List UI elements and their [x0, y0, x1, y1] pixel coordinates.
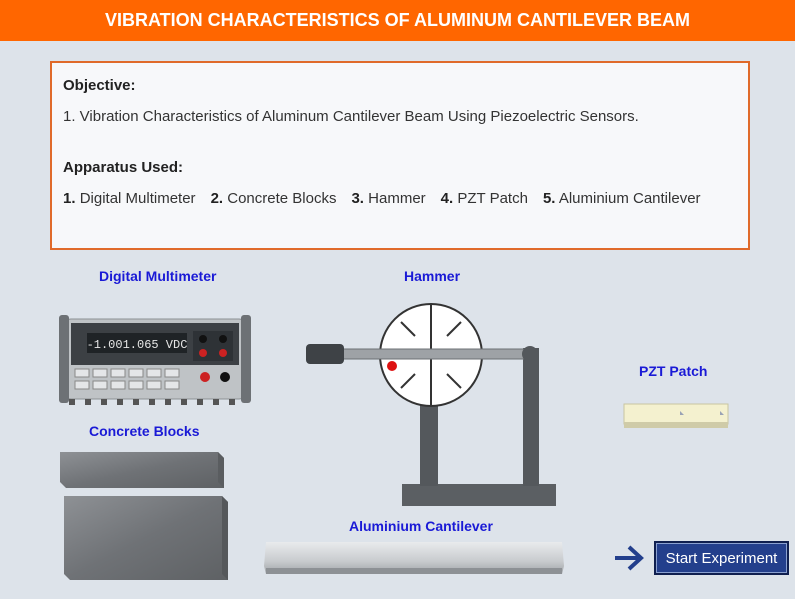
pzt-label: PZT Patch	[639, 363, 708, 379]
concrete-label: Concrete Blocks	[89, 423, 200, 439]
pzt-patch-image[interactable]	[622, 402, 732, 430]
apparatus-item: 4. PZT Patch	[440, 190, 528, 207]
objective-text: 1. Vibration Characteristics of Aluminum…	[63, 108, 639, 125]
page-title: VIBRATION CHARACTERISTICS OF ALUMINUM CA…	[0, 0, 795, 41]
start-experiment-button[interactable]: Start Experiment	[654, 541, 789, 575]
aluminium-cantilever-image[interactable]	[262, 538, 568, 580]
objective-panel: Objective: 1. Vibration Characteristics …	[50, 61, 750, 250]
apparatus-item: 3. Hammer	[351, 190, 426, 207]
multimeter-image[interactable]: -1.001.065 VDC	[55, 315, 255, 407]
apparatus-item: 5. Aluminium Cantilever	[542, 190, 701, 207]
apparatus-heading: Apparatus Used:	[63, 159, 184, 176]
apparatus-item: 2. Concrete Blocks	[210, 190, 337, 207]
apparatus-list: 1. Digital Multimeter 2. Concrete Blocks…	[63, 190, 701, 207]
multimeter-label: Digital Multimeter	[99, 268, 217, 284]
cantilever-label: Aluminium Cantilever	[349, 518, 493, 534]
multimeter-display: -1.001.065 VDC	[87, 338, 188, 352]
objective-heading: Objective:	[63, 77, 136, 94]
arrow-right-icon	[615, 545, 644, 571]
concrete-blocks-image[interactable]	[58, 450, 230, 582]
hammer-label: Hammer	[404, 268, 461, 284]
hammer-apparatus-image[interactable]	[298, 300, 560, 508]
apparatus-item: 1. Digital Multimeter	[63, 190, 196, 207]
